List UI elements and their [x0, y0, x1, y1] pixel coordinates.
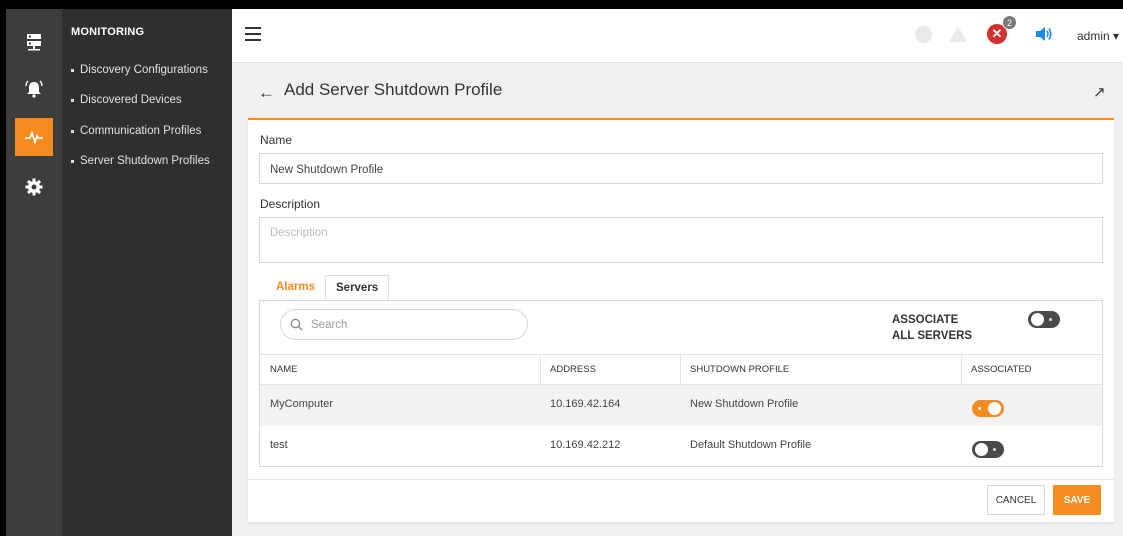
cell-address: 10.169.42.164	[550, 398, 621, 410]
servers-panel: Search ASSOCIATE ALL SERVERS NAME ADDRES…	[259, 300, 1103, 467]
associate-all-toggle[interactable]	[1028, 311, 1060, 328]
table-row[interactable]: test 10.169.42.212 Default Shutdown Prof…	[260, 426, 1102, 467]
column-header-associated[interactable]: ASSOCIATED	[971, 355, 1032, 384]
alarm-bell-icon[interactable]	[15, 70, 53, 108]
associated-toggle[interactable]	[972, 400, 1004, 417]
page-title: Add Server Shutdown Profile	[284, 80, 503, 99]
warning-icon[interactable]	[949, 26, 967, 42]
sidebar-item-label: Discovered Devices	[80, 94, 182, 106]
bullet	[71, 159, 74, 163]
sidebar-item-label: Server Shutdown Profiles	[80, 155, 210, 167]
search-icon	[290, 318, 303, 331]
name-value: New Shutdown Profile	[270, 164, 384, 176]
associated-toggle[interactable]	[972, 441, 1004, 458]
search-input[interactable]: Search	[280, 309, 528, 340]
cancel-button[interactable]: CANCEL	[987, 485, 1045, 515]
column-header-name[interactable]: NAME	[270, 355, 297, 384]
cell-name: MyComputer	[270, 398, 333, 410]
name-label: Name	[260, 133, 293, 147]
sidebar-title: MONITORING	[71, 26, 145, 38]
table-row[interactable]: MyComputer 10.169.42.164 New Shutdown Pr…	[260, 385, 1102, 426]
back-arrow-icon[interactable]: ←	[258, 83, 275, 103]
bullet	[71, 98, 74, 102]
user-name: admin	[1077, 29, 1110, 43]
sidebar-item-server-shutdown-profiles[interactable]: Server Shutdown Profiles	[71, 155, 210, 167]
top-bar: ✕ 2 admin ▾	[232, 9, 1123, 63]
tab-bar: Alarms Servers	[266, 274, 390, 301]
expand-icon[interactable]: ↗	[1093, 83, 1106, 101]
column-header-address[interactable]: ADDRESS	[550, 355, 596, 384]
profile-form-card: Name New Shutdown Profile Description De…	[248, 118, 1114, 522]
sidebar-item-communication-profiles[interactable]: Communication Profiles	[71, 125, 201, 137]
server-icon[interactable]	[15, 23, 53, 61]
pulse-icon[interactable]	[15, 118, 53, 156]
table-header: NAME ADDRESS SHUTDOWN PROFILE ASSOCIATED	[260, 354, 1102, 385]
error-symbol: ✕	[991, 26, 1003, 41]
name-field[interactable]: New Shutdown Profile	[259, 153, 1103, 184]
volume-icon[interactable]	[1035, 25, 1053, 46]
user-menu[interactable]: admin ▾	[1077, 29, 1119, 43]
sidebar-item-label: Discovery Configurations	[80, 64, 208, 76]
description-field[interactable]: Description	[259, 217, 1103, 263]
bullet	[71, 68, 74, 72]
cell-name: test	[270, 439, 288, 451]
bullet	[71, 129, 74, 133]
info-icon[interactable]	[915, 26, 932, 43]
associate-all-label: ASSOCIATE ALL SERVERS	[892, 314, 973, 342]
sidebar: MONITORING Discovery Configurations Disc…	[62, 9, 232, 536]
hamburger-menu-icon[interactable]	[245, 27, 261, 41]
save-button[interactable]: SAVE	[1053, 485, 1101, 515]
gear-icon[interactable]	[15, 168, 53, 206]
description-placeholder: Description	[270, 227, 328, 239]
main-content: ✕ 2 admin ▾ ← Add Server Shutdown Profil…	[232, 9, 1123, 536]
tab-alarms[interactable]: Alarms	[266, 274, 325, 300]
app-window: MONITORING Discovery Configurations Disc…	[6, 9, 1123, 536]
column-header-shutdown-profile[interactable]: SHUTDOWN PROFILE	[690, 355, 789, 384]
cell-shutdown-profile: New Shutdown Profile	[690, 398, 799, 410]
sidebar-item-label: Communication Profiles	[80, 125, 202, 137]
tab-servers[interactable]: Servers	[325, 275, 390, 301]
icon-nav-bar	[6, 9, 62, 536]
cell-address: 10.169.42.212	[550, 439, 621, 451]
footer-divider	[248, 479, 1114, 480]
description-label: Description	[260, 197, 321, 211]
cell-shutdown-profile: Default Shutdown Profile	[690, 439, 812, 451]
error-count-badge: 2	[1002, 15, 1017, 30]
search-placeholder: Search	[311, 319, 348, 331]
sidebar-item-discovered-devices[interactable]: Discovered Devices	[71, 94, 182, 106]
sidebar-item-discovery-configurations[interactable]: Discovery Configurations	[71, 64, 208, 76]
chevron-down-icon: ▾	[1113, 29, 1120, 43]
page-header: ← Add Server Shutdown Profile ↗	[232, 63, 1123, 119]
